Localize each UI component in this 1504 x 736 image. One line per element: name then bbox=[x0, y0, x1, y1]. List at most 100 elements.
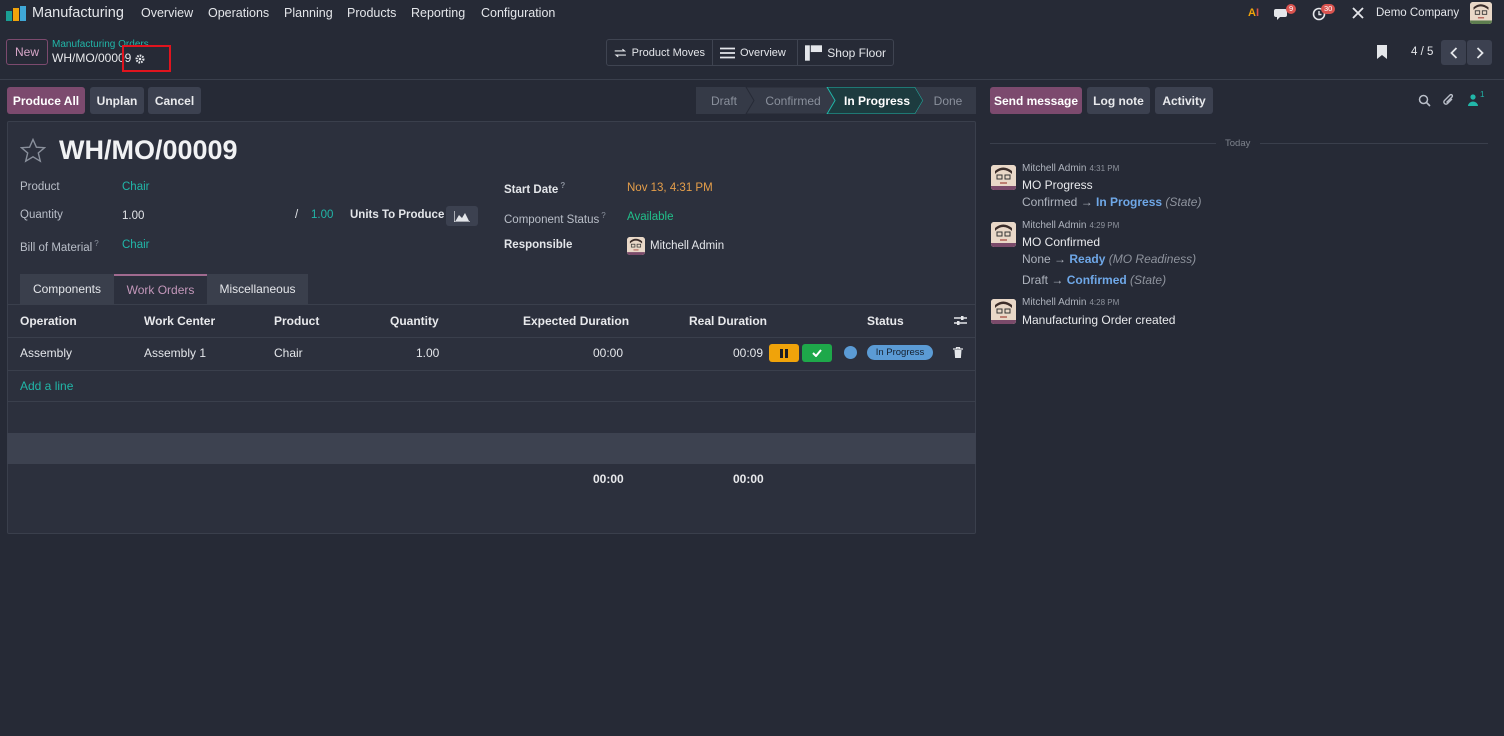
new-button[interactable]: New bbox=[6, 39, 48, 65]
arrow-icon: → bbox=[1051, 273, 1064, 287]
row-work-center: Assembly 1 bbox=[144, 346, 207, 360]
quantity-label: Quantity bbox=[20, 209, 63, 221]
pager-value[interactable]: 4 / 5 bbox=[1411, 46, 1433, 58]
col-product[interactable]: Product bbox=[274, 314, 319, 328]
message-time: 4:29 PM bbox=[1089, 221, 1120, 230]
search-icon[interactable] bbox=[1418, 94, 1431, 107]
stage-confirmed[interactable]: Confirmed bbox=[756, 87, 830, 114]
activity-button[interactable]: Activity bbox=[1155, 87, 1213, 114]
tab-components[interactable]: Components bbox=[20, 274, 114, 304]
menu-configuration[interactable]: Configuration bbox=[481, 6, 555, 20]
user-avatar[interactable] bbox=[1470, 2, 1492, 24]
message-author-name: Mitchell Admin bbox=[1022, 297, 1087, 308]
col-real-duration[interactable]: Real Duration bbox=[689, 314, 767, 328]
tracking-new: Ready bbox=[1069, 252, 1106, 266]
start-date-help-mark: ? bbox=[560, 181, 566, 190]
pause-icon bbox=[780, 348, 788, 358]
message-author-name: Mitchell Admin bbox=[1022, 163, 1087, 174]
tab-miscellaneous[interactable]: Miscellaneous bbox=[207, 274, 308, 304]
tracking-field: (State) bbox=[1165, 195, 1202, 209]
col-expected-duration[interactable]: Expected Duration bbox=[523, 314, 629, 328]
col-quantity[interactable]: Quantity bbox=[390, 314, 439, 328]
bom-label: Bill of Material? bbox=[20, 239, 99, 254]
col-operation[interactable]: Operation bbox=[20, 314, 77, 328]
messages-badge: 9 bbox=[1286, 4, 1297, 14]
col-work-center[interactable]: Work Center bbox=[144, 314, 215, 328]
chevron-right-icon bbox=[1476, 46, 1484, 59]
message-time: 4:31 PM bbox=[1089, 164, 1120, 173]
menu-overview[interactable]: Overview bbox=[141, 6, 193, 20]
uom-field[interactable]: Units To Produce bbox=[350, 209, 444, 221]
menu-reporting[interactable]: Reporting bbox=[411, 6, 465, 20]
responsible-avatar bbox=[627, 237, 645, 255]
stage-draft[interactable]: Draft bbox=[700, 87, 748, 114]
menu-operations[interactable]: Operations bbox=[208, 6, 269, 20]
menu-planning[interactable]: Planning bbox=[284, 6, 333, 20]
shop-floor-button[interactable]: Shop Floor bbox=[798, 40, 893, 65]
responsible-label: Responsible bbox=[504, 239, 573, 251]
bom-help-mark: ? bbox=[94, 239, 99, 248]
followers-icon[interactable] bbox=[1468, 94, 1478, 106]
tab-work-orders[interactable]: Work Orders bbox=[114, 274, 207, 304]
arrow-icon: → bbox=[1054, 252, 1067, 266]
message-author: Mitchell Admin 4:29 PM bbox=[1022, 220, 1119, 231]
add-line-link[interactable]: Add a line bbox=[20, 379, 73, 393]
tracking-old: Confirmed bbox=[1022, 195, 1078, 209]
product-moves-label: Product Moves bbox=[631, 46, 705, 59]
mark-done-button[interactable] bbox=[802, 344, 832, 362]
transfer-icon bbox=[614, 48, 627, 57]
top-navbar: Manufacturing Overview Operations Planni… bbox=[0, 0, 1504, 27]
stage-in-progress[interactable]: In Progress bbox=[838, 87, 916, 114]
bom-field[interactable]: Chair bbox=[122, 239, 149, 251]
chevron-left-icon bbox=[1449, 46, 1457, 59]
row-quantity: 1.00 bbox=[416, 346, 440, 360]
star-icon[interactable] bbox=[19, 137, 47, 163]
row-product: Chair bbox=[274, 346, 303, 360]
message-avatar[interactable] bbox=[991, 165, 1016, 190]
forecast-button[interactable] bbox=[446, 206, 478, 226]
pause-button[interactable] bbox=[769, 344, 799, 362]
paperclip-icon[interactable] bbox=[1442, 93, 1455, 107]
tracking-old: Draft bbox=[1022, 273, 1049, 287]
pager-previous[interactable] bbox=[1441, 40, 1466, 65]
check-icon bbox=[812, 349, 822, 357]
message-avatar[interactable] bbox=[991, 299, 1016, 324]
col-status[interactable]: Status bbox=[867, 314, 904, 328]
app-name[interactable]: Manufacturing bbox=[32, 5, 124, 21]
tracking-line: Draft → Confirmed (State) bbox=[1022, 273, 1166, 287]
tracking-field: (MO Readiness) bbox=[1108, 252, 1197, 266]
product-field[interactable]: Chair bbox=[122, 181, 149, 193]
tracking-field: (State) bbox=[1130, 273, 1167, 287]
product-moves-button[interactable]: Product Moves bbox=[607, 40, 713, 65]
bookmark-icon[interactable] bbox=[1377, 45, 1387, 59]
row-real-duration: 00:09 bbox=[733, 346, 764, 360]
message-author: Mitchell Admin 4:28 PM bbox=[1022, 297, 1119, 308]
trash-icon[interactable] bbox=[953, 346, 963, 358]
quantity-field[interactable]: 1.00 bbox=[122, 210, 144, 222]
component-status-label: Component Status? bbox=[504, 211, 606, 226]
tools-icon[interactable] bbox=[1351, 6, 1365, 20]
activities-badge: 30 bbox=[1321, 4, 1336, 14]
overview-button[interactable]: Overview bbox=[713, 40, 798, 65]
shop-floor-icon bbox=[805, 44, 823, 61]
responsible-field[interactable]: Mitchell Admin bbox=[650, 240, 724, 252]
send-message-button[interactable]: Send message bbox=[990, 87, 1082, 114]
start-date-field[interactable]: Nov 13, 4:31 PM bbox=[627, 182, 713, 194]
log-note-button[interactable]: Log note bbox=[1087, 87, 1150, 114]
pager-next[interactable] bbox=[1467, 40, 1492, 65]
status-dot-icon bbox=[844, 346, 857, 359]
stage-done[interactable]: Done bbox=[924, 87, 972, 114]
produce-all-button[interactable]: Produce All bbox=[7, 87, 85, 114]
ai-icon[interactable]: AI bbox=[1248, 7, 1259, 19]
tracking-line: Confirmed → In Progress (State) bbox=[1022, 195, 1201, 209]
unplan-button[interactable]: Unplan bbox=[90, 87, 144, 114]
message-avatar[interactable] bbox=[991, 222, 1016, 247]
component-status-help-mark: ? bbox=[601, 211, 606, 220]
record-title: WH/MO/00009 bbox=[59, 135, 238, 165]
menu-products[interactable]: Products bbox=[347, 6, 396, 20]
app-icon[interactable] bbox=[6, 6, 26, 21]
cancel-button[interactable]: Cancel bbox=[148, 87, 201, 114]
shop-floor-label: Shop Floor bbox=[827, 45, 886, 60]
company-switcher[interactable]: Demo Company bbox=[1376, 7, 1459, 19]
column-settings-icon[interactable] bbox=[954, 315, 967, 326]
